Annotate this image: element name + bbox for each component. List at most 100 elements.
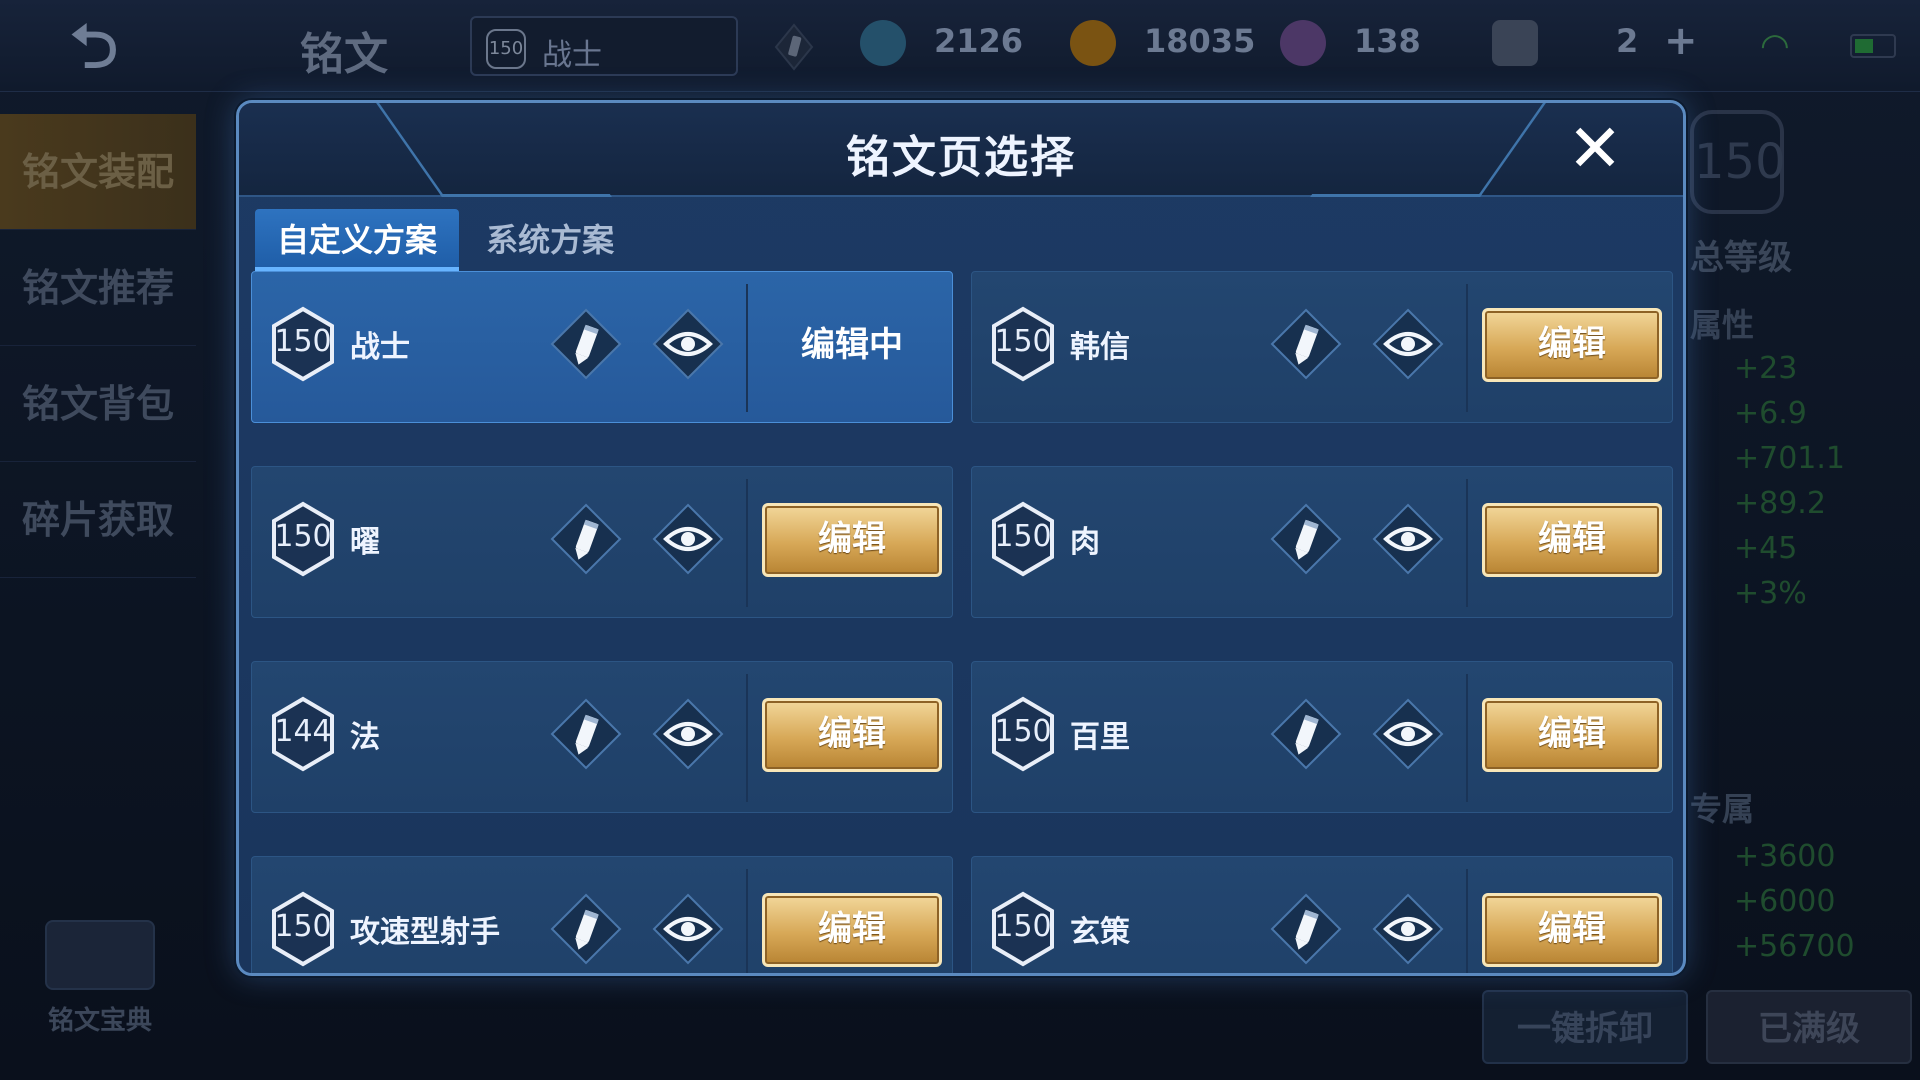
gold-coin-icon [1070, 20, 1116, 66]
level-hex-icon: 150 [270, 891, 336, 967]
rune-page-card[interactable]: 150 曜 编辑 [251, 466, 953, 618]
nav-item-fragment-acquire[interactable]: 碎片获取 [0, 462, 196, 578]
card-currency: 2 [1492, 20, 1638, 72]
page-level: 150 [994, 909, 1052, 944]
card-count: 2 [1616, 22, 1639, 60]
preview-eye-icon[interactable] [650, 306, 726, 382]
attribute-value: +45 [1734, 531, 1798, 566]
wifi-icon: ◠ [1760, 26, 1790, 66]
rename-pencil-icon[interactable] [1268, 501, 1344, 577]
page-level: 150 [994, 714, 1052, 749]
rename-pencil-icon[interactable] [548, 501, 624, 577]
back-button[interactable]: ⮌ [70, 17, 154, 77]
page-name: 韩信 [1070, 330, 1130, 365]
divider [1466, 869, 1468, 973]
rename-pencil-icon[interactable] [548, 306, 624, 382]
attribute-values: +23 +6.9 +701.1 +89.2 +45 +3% [1734, 346, 1845, 616]
edit-button[interactable]: 编辑 [1482, 308, 1662, 382]
rename-pencil-icon[interactable] [1268, 696, 1344, 772]
nav-item-rune-bag[interactable]: 铭文背包 [0, 346, 196, 462]
page-name: 法 [350, 720, 380, 755]
edit-button[interactable]: 编辑 [762, 698, 942, 772]
page-name: 攻速型射手 [350, 915, 500, 950]
gem-chest-icon [1280, 20, 1326, 66]
level-hex-icon: 150 [270, 306, 336, 382]
page-name: 战士 [542, 38, 602, 73]
codex-label: 铭文宝典 [47, 1006, 152, 1036]
divider [746, 479, 748, 607]
rename-pencil-icon[interactable] [548, 696, 624, 772]
dismantle-all-button[interactable]: 一键拆卸 [1482, 990, 1688, 1064]
edit-button[interactable]: 编辑 [1482, 503, 1662, 577]
tab-bar: 自定义方案 系统方案 [255, 209, 636, 271]
gem-count: 138 [1354, 22, 1421, 60]
level-hex-icon: 150 [990, 501, 1056, 577]
divider [746, 869, 748, 973]
book-icon [45, 920, 155, 990]
rename-pencil-icon[interactable] [1268, 891, 1344, 967]
level-hex-icon: 144 [270, 696, 336, 772]
card-icon [1492, 20, 1538, 66]
tab-system-plans[interactable]: 系统方案 [464, 209, 636, 271]
attribute-value: +3% [1734, 576, 1807, 611]
preview-eye-icon[interactable] [1370, 501, 1446, 577]
crystal-icon [860, 20, 906, 66]
attribute-value: +701.1 [1734, 441, 1846, 476]
preview-eye-icon[interactable] [650, 696, 726, 772]
page-level: 150 [994, 324, 1052, 359]
preview-eye-icon[interactable] [650, 501, 726, 577]
page-name: 战士 [350, 330, 410, 365]
gold-currency: 18035 [1070, 20, 1255, 72]
total-level-label: 总等级 [1690, 238, 1792, 278]
edit-button[interactable]: 编辑 [762, 503, 942, 577]
edit-button[interactable]: 编辑 [1482, 698, 1662, 772]
edit-button[interactable]: 编辑 [1482, 893, 1662, 967]
crystal-currency: 2126 [860, 20, 1023, 72]
rune-page-select-modal: 铭文页选择 ✕ 自定义方案 系统方案 150 战士 编辑中 150 韩信 编辑 150 曜编辑… [236, 100, 1686, 976]
page-level: 144 [274, 714, 332, 749]
rune-page-selector[interactable]: 150 战士 [470, 16, 738, 76]
divider [1466, 674, 1468, 802]
gold-count: 18035 [1144, 22, 1256, 60]
rune-page-card[interactable]: 150 肉 编辑 [971, 466, 1673, 618]
add-button[interactable]: + [1664, 18, 1698, 70]
preview-eye-icon[interactable] [1370, 891, 1446, 967]
rune-page-card[interactable]: 150 百里 编辑 [971, 661, 1673, 813]
modal-title: 铭文页选择 [846, 132, 1076, 183]
top-bar: ⮌ 铭文 150 战士 2126 18035 138 2 + ◠ [0, 0, 1920, 92]
close-icon[interactable]: ✕ [1565, 116, 1625, 182]
modal-header: 铭文页选择 ✕ [239, 103, 1683, 197]
divider [746, 284, 748, 412]
exclusive-value: +6000 [1734, 884, 1836, 919]
page-name: 肉 [1070, 525, 1100, 560]
page-name: 玄策 [1070, 915, 1130, 950]
preview-eye-icon[interactable] [1370, 696, 1446, 772]
preview-eye-icon[interactable] [1370, 306, 1446, 382]
rune-page-card[interactable]: 150 战士 编辑中 [251, 271, 953, 423]
nav-item-rune-recommend[interactable]: 铭文推荐 [0, 230, 196, 346]
rename-pencil-icon[interactable] [548, 891, 624, 967]
battery-icon [1850, 34, 1896, 58]
rune-page-card[interactable]: 150 韩信 编辑 [971, 271, 1673, 423]
tab-custom-plans[interactable]: 自定义方案 [255, 209, 460, 271]
nav-item-rune-assembly[interactable]: 铭文装配 [0, 114, 196, 230]
rune-page-card[interactable]: 150 攻速型射手 编辑 [251, 856, 953, 973]
page-level: 150 [274, 324, 332, 359]
maxed-button[interactable]: 已满级 [1706, 990, 1912, 1064]
exclusive-value: +56700 [1734, 929, 1855, 964]
total-level-badge: 150 [1690, 110, 1786, 214]
rune-page-card[interactable]: 150 玄策 编辑 [971, 856, 1673, 973]
edit-button[interactable]: 编辑 [762, 893, 942, 967]
divider [1466, 479, 1468, 607]
preview-eye-icon[interactable] [650, 891, 726, 967]
page-level-badge: 150 [486, 29, 526, 69]
page-level: 150 [994, 519, 1052, 554]
rune-page-card[interactable]: 144 法 编辑 [251, 661, 953, 813]
level-hex-icon: 150 [990, 306, 1056, 382]
rune-codex-button[interactable]: 铭文宝典 [40, 920, 160, 1037]
pencil-icon[interactable] [772, 22, 816, 72]
left-nav: 铭文装配 铭文推荐 铭文背包 碎片获取 [0, 114, 196, 578]
rename-pencil-icon[interactable] [1268, 306, 1344, 382]
page-name: 百里 [1070, 720, 1130, 755]
attributes-label: 属性 [1690, 306, 1755, 344]
